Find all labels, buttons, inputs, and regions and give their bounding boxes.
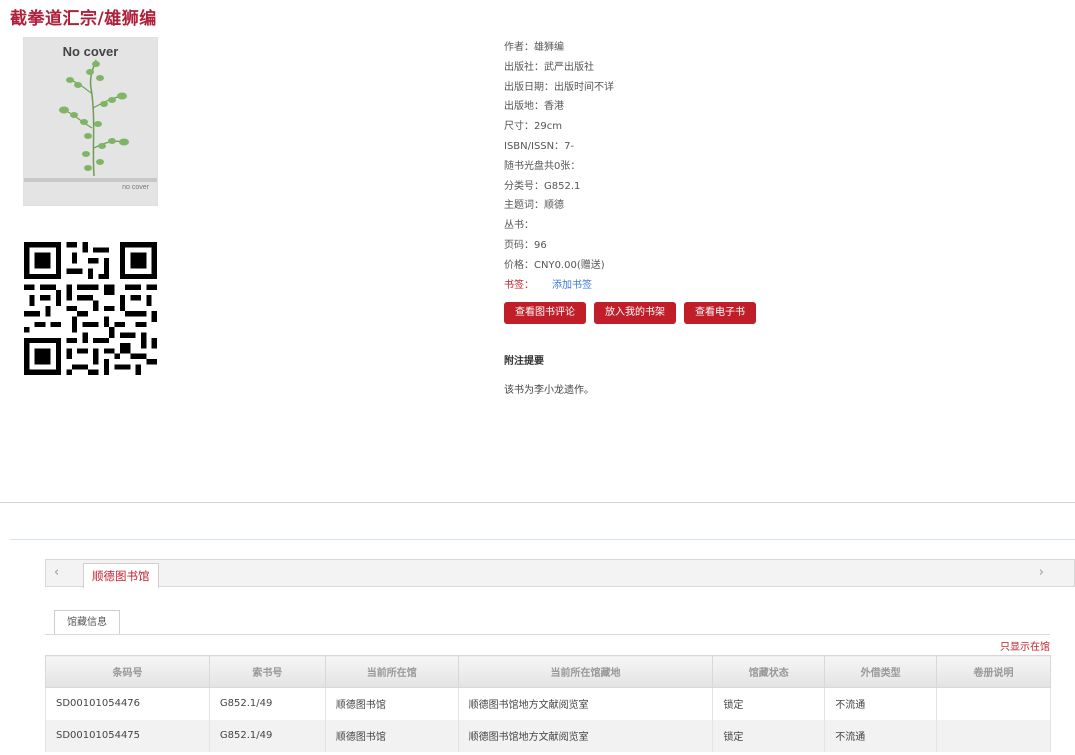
table-row: SD00101054475 G852.1/49 顺德图书馆 顺德图书馆地方文献阅… (45, 719, 1051, 752)
detail-size: 尺寸：29cm (504, 121, 562, 133)
action-buttons: 查看图书评论 放入我的书架 查看电子书 (504, 302, 756, 324)
holdings-table: 条码号 索书号 当前所在馆 当前所在馆藏地 馆藏状态 外借类型 卷册说明 SD0… (45, 655, 1051, 752)
cell-volume-note (936, 687, 1051, 720)
tab-shunde-library[interactable]: 顺德图书馆 (83, 563, 159, 588)
detail-author: 作者：雄狮编 (504, 42, 564, 53)
only-show-available-link[interactable]: 只显示在馆 (1000, 638, 1050, 653)
cell-call-number: G852.1/49 (208, 719, 326, 752)
summary-title: 附注提要 (504, 356, 544, 367)
book-cover-image: No cover no cover (23, 37, 158, 206)
col-barcode[interactable]: 条码号 (45, 655, 210, 688)
section-divider (0, 502, 1075, 503)
view-reviews-button[interactable]: 查看图书评论 (504, 302, 586, 324)
col-current-library[interactable]: 当前所在馆 (324, 655, 459, 688)
cell-current-library: 顺德图书馆 (324, 719, 459, 752)
tab-holdings-info[interactable]: 馆藏信息 (54, 610, 120, 634)
col-volume-note[interactable]: 卷册说明 (936, 655, 1051, 688)
col-call-number[interactable]: 索书号 (208, 655, 326, 688)
scroll-left-icon[interactable]: ‹ (54, 565, 59, 580)
detail-pages: 页码：96 (504, 239, 547, 251)
view-ebook-button[interactable]: 查看电子书 (684, 302, 756, 324)
cell-current-location: 顺德图书馆地方文献阅览室 (457, 719, 714, 752)
scroll-right-icon[interactable]: › (1039, 565, 1044, 580)
cell-current-location: 顺德图书馆地方文献阅览室 (457, 687, 714, 720)
cell-loan-type: 不流通 (824, 687, 938, 720)
cell-loan-type: 不流通 (824, 719, 938, 752)
col-loan-type[interactable]: 外借类型 (824, 655, 938, 688)
table-row: SD00101054476 G852.1/49 顺德图书馆 顺德图书馆地方文献阅… (45, 687, 1051, 720)
qr-code (24, 242, 157, 375)
detail-tags: 书签： 添加书签 (504, 276, 614, 296)
detail-isbn: ISBN/ISSN：7- (504, 140, 575, 152)
tag-label: 书签： (504, 279, 534, 291)
cell-status: 锁定 (712, 719, 826, 752)
detail-price: 价格：CNY0.00(赠送) (504, 259, 605, 271)
detail-class-no: 分类号：G852.1 (504, 180, 581, 192)
detail-publisher: 出版社：武严出版社 (504, 61, 594, 73)
detail-subject: 主题词：顺德 (504, 200, 564, 212)
plant-illustration (59, 59, 129, 177)
holdings-panel: ‹ 顺德图书馆 › 馆藏信息 只显示在馆 条码号 索书号 当前所在馆 当前所在馆… (10, 539, 1075, 755)
detail-series: 丛书： (504, 220, 534, 232)
cover-bottom-text: no cover (122, 184, 149, 191)
table-header-row: 条码号 索书号 当前所在馆 当前所在馆藏地 馆藏状态 外借类型 卷册说明 (45, 655, 1051, 688)
page-title: 截拳道汇宗/雄狮编 (10, 9, 157, 29)
cell-current-library: 顺德图书馆 (324, 687, 459, 720)
col-status[interactable]: 馆藏状态 (712, 655, 826, 688)
cover-top-text: No cover (62, 44, 119, 59)
col-current-location[interactable]: 当前所在馆藏地 (457, 655, 714, 688)
detail-pub-place: 出版地：香港 (504, 101, 564, 113)
cell-status: 锁定 (712, 687, 826, 720)
add-tag-link[interactable]: 添加书签 (552, 280, 592, 291)
cell-volume-note (936, 719, 1051, 752)
library-tab-bar: ‹ 顺德图书馆 › (45, 559, 1075, 588)
book-details: 作者：雄狮编 出版社：武严出版社 出版日期：出版时间不详 出版地：香港 尺寸：2… (504, 38, 614, 295)
detail-disc: 随书光盘共0张： (504, 160, 581, 172)
summary-text: 该书为李小龙遗作。 (504, 385, 594, 396)
detail-pub-date: 出版日期：出版时间不详 (504, 81, 614, 93)
cell-call-number: G852.1/49 (208, 687, 326, 720)
cell-barcode: SD00101054476 (45, 687, 210, 720)
add-to-shelf-button[interactable]: 放入我的书架 (594, 302, 676, 324)
cell-barcode: SD00101054475 (45, 719, 210, 752)
